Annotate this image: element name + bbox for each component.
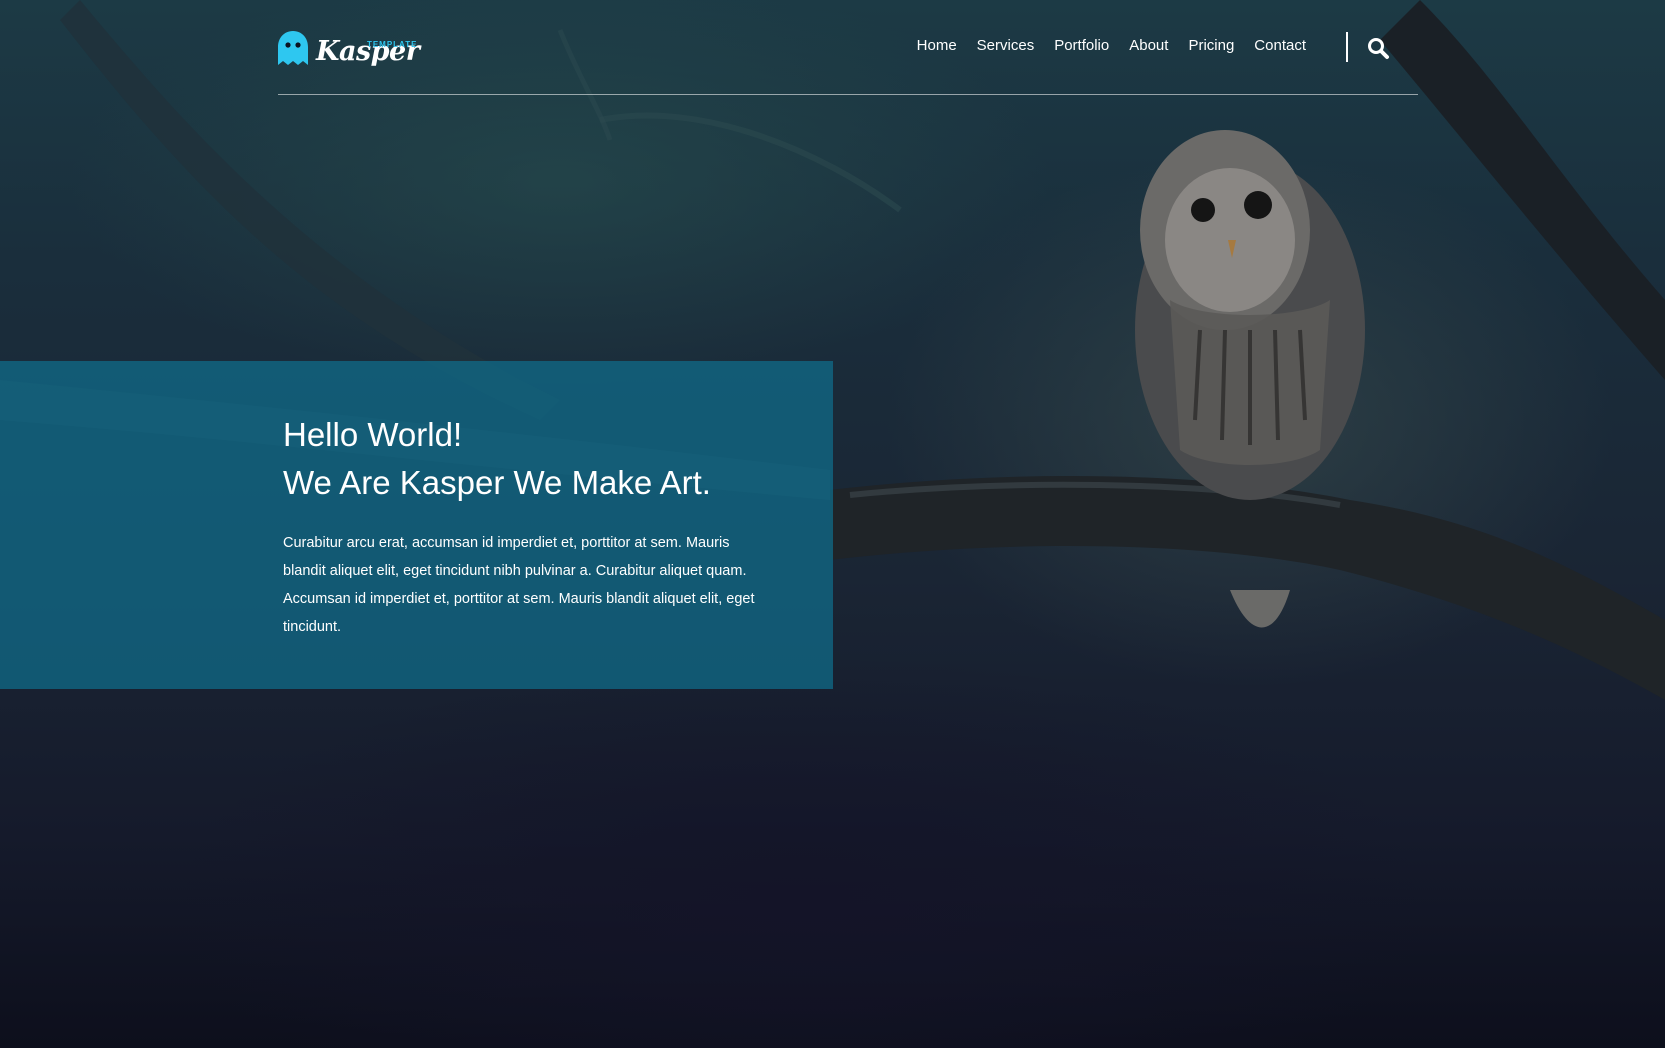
nav-item-pricing[interactable]: Pricing [1188, 36, 1234, 56]
nav-item-services[interactable]: Services [977, 36, 1035, 56]
ghost-logo-icon [278, 31, 308, 65]
brand-logo[interactable]: Kasper TEMPLATE [278, 27, 420, 67]
main-nav: Home Services Portfolio About Pricing Co… [897, 36, 1306, 56]
search-icon [1368, 38, 1389, 59]
nav-item-about[interactable]: About [1129, 36, 1168, 56]
hero-headline: We Are Kasper We Make Art. [283, 464, 711, 501]
brand-tagline: TEMPLATE [366, 40, 418, 49]
hero-body-text: Curabitur arcu erat, accumsan id imperdi… [283, 535, 755, 635]
hero-heading: Hello World! We Are Kasper We Make Art. [283, 411, 783, 507]
hero-content: Hello World! We Are Kasper We Make Art. … [283, 411, 783, 641]
nav-item-contact[interactable]: Contact [1254, 36, 1306, 56]
nav-item-home[interactable]: Home [917, 36, 957, 56]
search-button[interactable] [1366, 36, 1390, 60]
hero-intro-box: Hello World! We Are Kasper We Make Art. … [0, 361, 833, 689]
brand-name: Kasper TEMPLATE [316, 37, 420, 67]
nav-item-portfolio[interactable]: Portfolio [1054, 36, 1109, 56]
hero-greeting: Hello World! [283, 416, 463, 453]
nav-divider [1346, 32, 1348, 62]
site-header: Kasper TEMPLATE Home Services Portfolio … [278, 0, 1418, 95]
